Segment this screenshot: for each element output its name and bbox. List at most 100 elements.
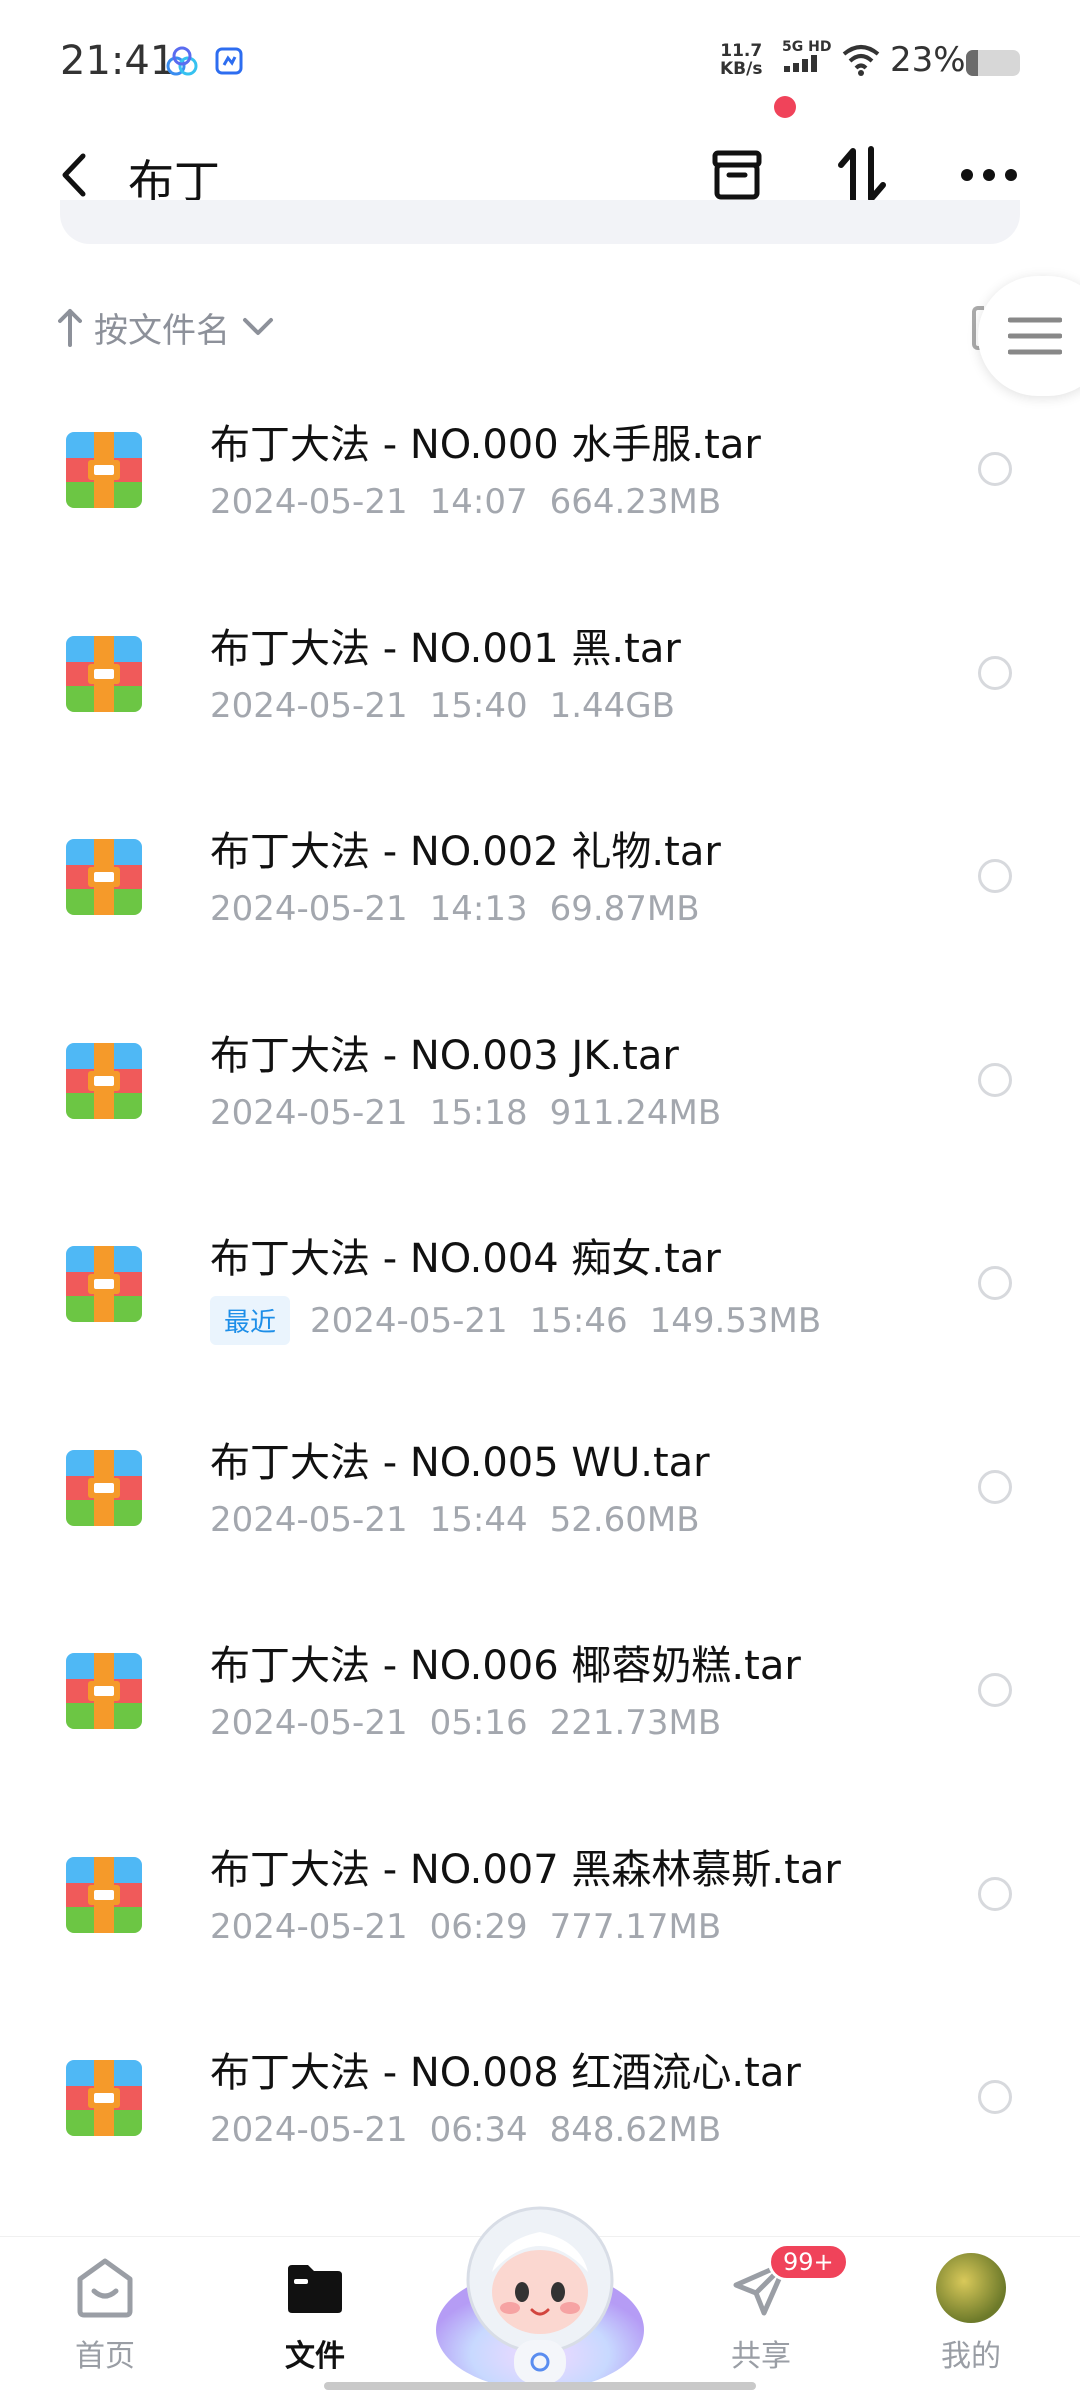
file-date: 2024-05-21	[210, 1703, 408, 1743]
file-name: 布丁大法 - NO.001 黑.tar	[210, 625, 681, 672]
file-name: 布丁大法 - NO.005 WU.tar	[210, 1439, 710, 1486]
nav-mine[interactable]: 我的	[906, 2253, 1036, 2375]
file-date: 2024-05-21	[210, 2110, 408, 2150]
sort-selector[interactable]: 按文件名	[58, 302, 274, 352]
recent-badge: 最近	[210, 1296, 291, 1345]
file-time: 14:07	[429, 482, 528, 522]
file-time: 15:18	[429, 1092, 528, 1133]
archive-file-icon	[66, 2060, 142, 2136]
file-meta: 2024-05-21 14:07 664.23MB	[210, 482, 721, 522]
file-time: 06:34	[429, 2110, 528, 2150]
file-size: 69.87MB	[549, 889, 700, 929]
file-date: 2024-05-21	[210, 1092, 408, 1133]
select-radio[interactable]	[978, 452, 1012, 486]
battery-percent: 23%	[890, 40, 966, 80]
select-radio[interactable]	[978, 1469, 1012, 1504]
battery-icon	[966, 50, 1020, 76]
file-size: 777.17MB	[549, 1906, 722, 1947]
archive-file-icon	[66, 839, 142, 915]
file-row[interactable]: 布丁大法 - NO.003 JK.tar 2024-05-21 15:18 91…	[0, 1001, 1080, 1205]
file-time: 15:40	[429, 685, 528, 726]
nav-home-label: 首页	[75, 2339, 135, 2374]
home-icon	[77, 2258, 133, 2318]
nav-home[interactable]: 首页	[40, 2253, 170, 2375]
mascot-assistant-button[interactable]	[430, 2180, 650, 2400]
select-radio[interactable]	[978, 2080, 1012, 2114]
archive-file-icon	[66, 635, 142, 712]
select-radio[interactable]	[978, 1673, 1012, 1707]
file-size: 221.73MB	[549, 1703, 722, 1743]
file-row[interactable]: 布丁大法 - NO.007 黑森林慕斯.tar 2024-05-21 06:29…	[0, 1815, 1080, 2019]
nav-mine-label: 我的	[941, 2339, 1001, 2374]
select-radio[interactable]	[978, 1266, 1012, 1300]
home-indicator	[324, 2382, 756, 2390]
file-date: 2024-05-21	[210, 482, 408, 522]
battery-fill	[966, 50, 979, 76]
file-time: 05:16	[429, 1703, 528, 1743]
cloud-app-icon	[166, 46, 198, 76]
file-size: 149.53MB	[649, 1300, 822, 1341]
side-menu-handle[interactable]	[978, 276, 1080, 396]
network-speed: 11.7 KB/s	[720, 42, 762, 78]
file-row[interactable]: 布丁大法 - NO.006 椰蓉奶糕.tar 2024-05-21 05:16 …	[0, 1611, 1080, 1815]
archive-file-icon	[66, 1246, 142, 1322]
nav-files-label: 文件	[285, 2339, 345, 2374]
file-row[interactable]: 布丁大法 - NO.005 WU.tar 2024-05-21 15:44 52…	[0, 1408, 1080, 1612]
file-size: 848.62MB	[549, 2110, 722, 2150]
file-date: 2024-05-21	[210, 1499, 408, 1540]
file-meta: 2024-05-21 06:34 848.62MB	[210, 2110, 721, 2150]
speed-unit: KB/s	[720, 59, 763, 79]
wifi-icon	[842, 45, 880, 76]
network-label: 5G HD	[782, 39, 832, 55]
signal-bars-icon	[784, 55, 817, 72]
file-time: 15:46	[529, 1300, 628, 1341]
cellular-signal: 5G HD	[782, 40, 836, 80]
file-row[interactable]: 布丁大法 - NO.002 礼物.tar 2024-05-21 14:13 69…	[0, 797, 1080, 1001]
file-name: 布丁大法 - NO.003 JK.tar	[210, 1032, 679, 1079]
file-size: 664.23MB	[549, 482, 722, 522]
menu-icon	[1008, 317, 1062, 355]
status-bar: 21:41 11.7 KB/s 5G HD 23%	[0, 0, 1080, 120]
file-time: 06:29	[429, 1906, 528, 1947]
notification-dot	[774, 96, 796, 118]
file-date: 2024-05-21	[210, 1906, 408, 1947]
file-row[interactable]: 布丁大法 - NO.000 水手服.tar 2024-05-21 14:07 6…	[0, 390, 1080, 594]
file-date: 2024-05-21	[210, 685, 408, 726]
file-meta: 2024-05-21 14:13 69.87MB	[210, 889, 700, 929]
select-radio[interactable]	[978, 1876, 1012, 1911]
share-count-badge: 99+	[768, 2243, 849, 2281]
file-size: 911.24MB	[549, 1092, 722, 1133]
search-bar-edge	[60, 200, 1020, 244]
status-time: 21:41	[60, 38, 176, 84]
file-meta: 2024-05-21 15:40 1.44GB	[210, 686, 675, 726]
chevron-down-icon	[243, 318, 273, 335]
file-row[interactable]: 布丁大法 - NO.001 黑.tar 2024-05-21 15:40 1.4…	[0, 594, 1080, 798]
avatar	[936, 2253, 1006, 2323]
arrow-up-icon	[58, 309, 82, 347]
select-radio[interactable]	[978, 1062, 1012, 1097]
archive-file-icon	[66, 1449, 142, 1526]
file-name: 布丁大法 - NO.004 痴女.tar	[210, 1236, 721, 1282]
file-name: 布丁大法 - NO.002 礼物.tar	[210, 829, 721, 875]
file-list: 布丁大法 - NO.000 水手服.tar 2024-05-21 14:07 6…	[0, 390, 1080, 2222]
app-notification-icon	[215, 47, 243, 75]
select-radio[interactable]	[978, 655, 1012, 690]
sort-icon	[838, 146, 886, 204]
speed-value: 11.7	[720, 41, 763, 61]
nav-files[interactable]: 文件	[250, 2253, 380, 2375]
archive-file-icon	[66, 1042, 142, 1119]
file-time: 14:13	[429, 889, 528, 929]
file-size: 52.60MB	[549, 1499, 700, 1540]
archive-icon	[712, 150, 762, 200]
file-meta: 2024-05-21 15:18 911.24MB	[210, 1093, 721, 1133]
archive-file-icon	[66, 1856, 142, 1933]
select-radio[interactable]	[978, 859, 1012, 893]
file-meta: 最近 2024-05-21 15:46 149.53MB	[210, 1296, 821, 1345]
file-name: 布丁大法 - NO.000 水手服.tar	[210, 422, 761, 468]
back-icon	[62, 153, 86, 197]
file-name: 布丁大法 - NO.008 红酒流心.tar	[210, 2050, 801, 2096]
folder-icon	[288, 2265, 342, 2313]
nav-share[interactable]: 99+ 共享	[696, 2243, 849, 2375]
nav-share-label: 共享	[731, 2339, 791, 2374]
file-row[interactable]: 布丁大法 - NO.004 痴女.tar 最近 2024-05-21 15:46…	[0, 1204, 1080, 1408]
